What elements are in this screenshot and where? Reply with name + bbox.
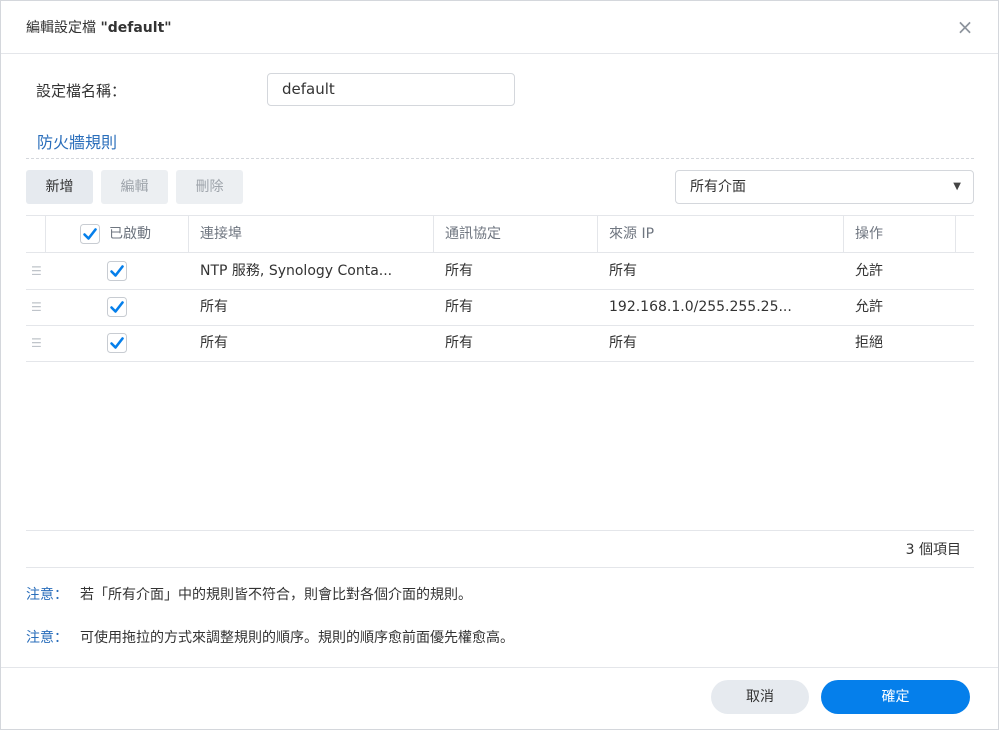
delete-rule-button[interactable]: 刪除 xyxy=(176,170,243,204)
cell-source-ip: 所有 xyxy=(609,263,637,279)
profile-name-label: 設定檔名稱： xyxy=(36,82,127,100)
header-source-ip-label: 來源 IP xyxy=(609,226,655,242)
header-spacer xyxy=(956,216,974,252)
table-row[interactable]: ☰ 所有 所有 192.168.1.0/255.255.25... 允許 xyxy=(26,289,974,326)
rules-table: 已啟動 連接埠 通訊協定 來源 IP 操作 ☰ NTP 服務, Synology… xyxy=(26,215,974,532)
header-source-ip[interactable]: 來源 IP xyxy=(598,216,844,252)
edit-rule-button[interactable]: 編輯 xyxy=(101,170,168,204)
ok-button[interactable]: 確定 xyxy=(821,680,970,714)
close-icon[interactable]: × xyxy=(954,16,976,38)
note-text: 若「所有介面」中的規則皆不符合，則會比對各個介面的規則。 xyxy=(80,587,472,603)
table-row[interactable]: ☰ 所有 所有 所有 拒絕 xyxy=(26,325,974,362)
header-drag-col xyxy=(26,216,46,252)
cell-protocol: 所有 xyxy=(445,335,473,351)
cell-action: 允許 xyxy=(855,263,883,279)
dropdown-caret-icon: ▼ xyxy=(953,181,961,192)
cell-action: 拒絕 xyxy=(855,335,883,351)
cell-ports: 所有 xyxy=(200,335,228,351)
cell-action: 允許 xyxy=(855,299,883,315)
interface-select[interactable]: 所有介面 ▼ xyxy=(675,170,974,204)
section-divider xyxy=(26,158,974,159)
note-drag-order: 注意： 可使用拖拉的方式來調整規則的順序。規則的順序愈前面優先權愈高。 xyxy=(26,627,514,647)
drag-handle-icon[interactable]: ☰ xyxy=(31,253,43,289)
note-interface-fallback: 注意： 若「所有介面」中的規則皆不符合，則會比對各個介面的規則。 xyxy=(26,584,472,604)
interface-select-value: 所有介面 xyxy=(690,179,746,195)
header-enabled[interactable]: 已啟動 xyxy=(46,216,189,252)
header-action[interactable]: 操作 xyxy=(844,216,956,252)
select-all-checkbox[interactable] xyxy=(80,224,100,244)
dialog-title-profile-name: "default" xyxy=(100,20,172,36)
drag-handle-icon[interactable]: ☰ xyxy=(31,289,43,325)
dialog-title-prefix: 編輯設定檔 xyxy=(26,20,96,36)
header-protocol-label: 通訊協定 xyxy=(445,226,501,242)
cancel-button[interactable]: 取消 xyxy=(711,680,809,714)
add-rule-button[interactable]: 新增 xyxy=(26,170,93,204)
item-count: 3 個項目 xyxy=(905,542,961,558)
enabled-checkbox[interactable] xyxy=(107,261,127,281)
dialog-title: 編輯設定檔 "default" xyxy=(26,17,172,37)
cell-source-ip: 所有 xyxy=(609,335,637,351)
cell-protocol: 所有 xyxy=(445,263,473,279)
dialog-titlebar: 編輯設定檔 "default" × xyxy=(1,1,998,54)
table-footer-divider xyxy=(26,530,974,531)
table-row[interactable]: ☰ NTP 服務, Synology Conta... 所有 所有 允許 xyxy=(26,253,974,290)
cell-ports: 所有 xyxy=(200,299,228,315)
cell-source-ip: 192.168.1.0/255.255.25... xyxy=(609,299,792,315)
cell-ports: NTP 服務, Synology Conta... xyxy=(200,263,393,279)
enabled-checkbox[interactable] xyxy=(107,333,127,353)
header-ports-label: 連接埠 xyxy=(200,226,242,242)
drag-handle-icon[interactable]: ☰ xyxy=(31,325,43,361)
edit-profile-dialog: 編輯設定檔 "default" × 設定檔名稱： default 防火牆規則 新… xyxy=(0,0,999,730)
dialog-footer: 取消 確定 xyxy=(1,667,998,730)
note-key: 注意： xyxy=(26,630,68,646)
header-ports[interactable]: 連接埠 xyxy=(189,216,434,252)
cell-protocol: 所有 xyxy=(445,299,473,315)
note-key: 注意： xyxy=(26,587,68,603)
header-enabled-label: 已啟動 xyxy=(109,226,151,242)
note-text: 可使用拖拉的方式來調整規則的順序。規則的順序愈前面優先權愈高。 xyxy=(80,630,514,646)
notes-divider xyxy=(26,567,974,568)
header-protocol[interactable]: 通訊協定 xyxy=(434,216,598,252)
table-header: 已啟動 連接埠 通訊協定 來源 IP 操作 xyxy=(26,216,974,253)
profile-name-input[interactable]: default xyxy=(267,73,515,106)
enabled-checkbox[interactable] xyxy=(107,297,127,317)
header-action-label: 操作 xyxy=(855,226,883,242)
firewall-rules-title: 防火牆規則 xyxy=(37,133,118,152)
